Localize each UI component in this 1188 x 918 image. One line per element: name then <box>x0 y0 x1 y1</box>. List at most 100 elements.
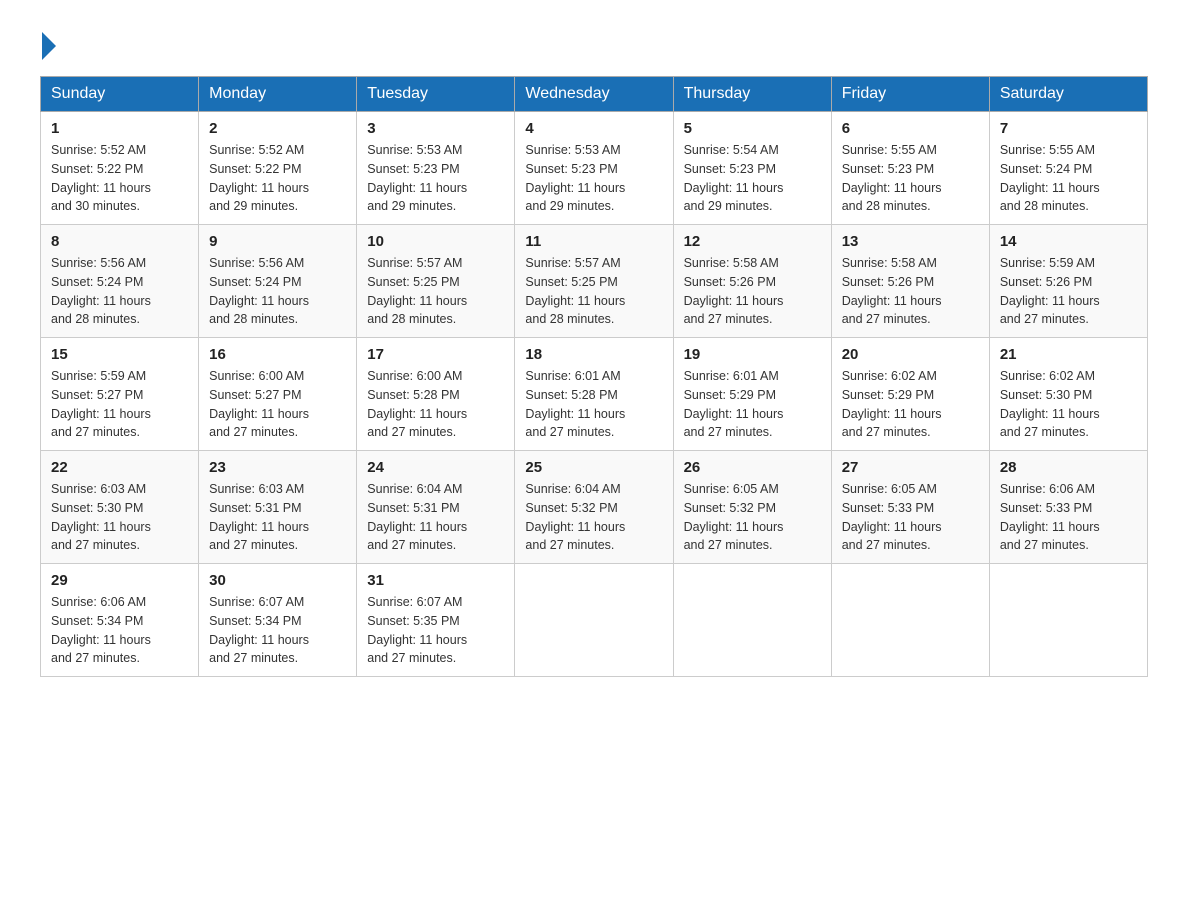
calendar-day-cell: 25Sunrise: 6:04 AMSunset: 5:32 PMDayligh… <box>515 451 673 564</box>
calendar-day-cell: 1 Sunrise: 5:52 AMSunset: 5:22 PMDaylight… <box>41 112 199 225</box>
day-info: Sunrise: 5:55 AMSunset: 5:23 PMDaylight:… <box>842 141 979 216</box>
calendar-week-row: 29Sunrise: 6:06 AMSunset: 5:34 PMDayligh… <box>41 564 1148 677</box>
calendar-day-cell: 14 Sunrise: 5:59 AMSunset: 5:26 PMDayligh… <box>989 225 1147 338</box>
calendar-day-cell: 17 Sunrise: 6:00 AMSunset: 5:28 PMDayligh… <box>357 338 515 451</box>
calendar-day-cell: 31Sunrise: 6:07 AMSunset: 5:35 PMDayligh… <box>357 564 515 677</box>
day-info: Sunrise: 6:05 AMSunset: 5:32 PMDaylight:… <box>684 480 821 555</box>
weekday-header-friday: Friday <box>831 77 989 112</box>
calendar-day-cell: 22 Sunrise: 6:03 AMSunset: 5:30 PMDayligh… <box>41 451 199 564</box>
logo-triangle-icon <box>42 32 56 60</box>
weekday-header-thursday: Thursday <box>673 77 831 112</box>
day-number: 18 <box>525 346 662 363</box>
calendar-header-row: SundayMondayTuesdayWednesdayThursdayFrid… <box>41 77 1148 112</box>
calendar-day-cell: 18 Sunrise: 6:01 AMSunset: 5:28 PMDayligh… <box>515 338 673 451</box>
page-header <box>40 30 1148 56</box>
day-info: Sunrise: 5:56 AMSunset: 5:24 PMDaylight:… <box>209 254 346 329</box>
calendar-day-cell: 2 Sunrise: 5:52 AMSunset: 5:22 PMDaylight… <box>199 112 357 225</box>
day-info: Sunrise: 6:05 AMSunset: 5:33 PMDaylight:… <box>842 480 979 555</box>
day-info: Sunrise: 6:06 AMSunset: 5:33 PMDaylight:… <box>1000 480 1137 555</box>
calendar-day-cell: 5Sunrise: 5:54 AMSunset: 5:23 PMDaylight… <box>673 112 831 225</box>
calendar-day-cell: 16 Sunrise: 6:00 AMSunset: 5:27 PMDayligh… <box>199 338 357 451</box>
calendar-week-row: 15 Sunrise: 5:59 AMSunset: 5:27 PMDayligh… <box>41 338 1148 451</box>
calendar-week-row: 22 Sunrise: 6:03 AMSunset: 5:30 PMDayligh… <box>41 451 1148 564</box>
day-number: 10 <box>367 233 504 250</box>
calendar-day-cell: 26 Sunrise: 6:05 AMSunset: 5:32 PMDayligh… <box>673 451 831 564</box>
day-number: 14 <box>1000 233 1137 250</box>
calendar-day-cell: 27 Sunrise: 6:05 AMSunset: 5:33 PMDayligh… <box>831 451 989 564</box>
day-number: 24 <box>367 459 504 476</box>
calendar-day-cell: 9Sunrise: 5:56 AMSunset: 5:24 PMDaylight… <box>199 225 357 338</box>
day-number: 19 <box>684 346 821 363</box>
calendar-day-cell <box>673 564 831 677</box>
day-number: 22 <box>51 459 188 476</box>
logo <box>40 30 56 56</box>
calendar-day-cell <box>831 564 989 677</box>
day-number: 8 <box>51 233 188 250</box>
day-info: Sunrise: 5:52 AMSunset: 5:22 PMDaylight:… <box>51 141 188 216</box>
day-number: 11 <box>525 233 662 250</box>
weekday-header-tuesday: Tuesday <box>357 77 515 112</box>
day-info: Sunrise: 5:52 AMSunset: 5:22 PMDaylight:… <box>209 141 346 216</box>
day-info: Sunrise: 6:03 AMSunset: 5:31 PMDaylight:… <box>209 480 346 555</box>
day-info: Sunrise: 6:02 AMSunset: 5:29 PMDaylight:… <box>842 367 979 442</box>
day-info: Sunrise: 5:54 AMSunset: 5:23 PMDaylight:… <box>684 141 821 216</box>
day-number: 4 <box>525 120 662 137</box>
day-info: Sunrise: 5:56 AMSunset: 5:24 PMDaylight:… <box>51 254 188 329</box>
weekday-header-monday: Monday <box>199 77 357 112</box>
day-number: 2 <box>209 120 346 137</box>
day-number: 30 <box>209 572 346 589</box>
day-info: Sunrise: 5:53 AMSunset: 5:23 PMDaylight:… <box>525 141 662 216</box>
day-number: 27 <box>842 459 979 476</box>
calendar-day-cell: 8 Sunrise: 5:56 AMSunset: 5:24 PMDaylight… <box>41 225 199 338</box>
calendar-week-row: 1 Sunrise: 5:52 AMSunset: 5:22 PMDaylight… <box>41 112 1148 225</box>
day-number: 26 <box>684 459 821 476</box>
day-number: 15 <box>51 346 188 363</box>
calendar-day-cell: 23 Sunrise: 6:03 AMSunset: 5:31 PMDayligh… <box>199 451 357 564</box>
day-number: 21 <box>1000 346 1137 363</box>
day-number: 17 <box>367 346 504 363</box>
day-number: 3 <box>367 120 504 137</box>
calendar-day-cell: 30 Sunrise: 6:07 AMSunset: 5:34 PMDayligh… <box>199 564 357 677</box>
calendar-day-cell: 12 Sunrise: 5:58 AMSunset: 5:26 PMDayligh… <box>673 225 831 338</box>
calendar-day-cell: 29Sunrise: 6:06 AMSunset: 5:34 PMDayligh… <box>41 564 199 677</box>
day-info: Sunrise: 5:57 AMSunset: 5:25 PMDaylight:… <box>525 254 662 329</box>
day-number: 6 <box>842 120 979 137</box>
calendar-table: SundayMondayTuesdayWednesdayThursdayFrid… <box>40 76 1148 677</box>
weekday-header-saturday: Saturday <box>989 77 1147 112</box>
calendar-day-cell: 13Sunrise: 5:58 AMSunset: 5:26 PMDayligh… <box>831 225 989 338</box>
calendar-day-cell: 28 Sunrise: 6:06 AMSunset: 5:33 PMDayligh… <box>989 451 1147 564</box>
day-number: 16 <box>209 346 346 363</box>
weekday-header-wednesday: Wednesday <box>515 77 673 112</box>
day-info: Sunrise: 6:06 AMSunset: 5:34 PMDaylight:… <box>51 593 188 668</box>
day-number: 7 <box>1000 120 1137 137</box>
day-info: Sunrise: 6:07 AMSunset: 5:34 PMDaylight:… <box>209 593 346 668</box>
calendar-day-cell <box>989 564 1147 677</box>
day-info: Sunrise: 6:00 AMSunset: 5:27 PMDaylight:… <box>209 367 346 442</box>
day-info: Sunrise: 6:02 AMSunset: 5:30 PMDaylight:… <box>1000 367 1137 442</box>
day-info: Sunrise: 5:58 AMSunset: 5:26 PMDaylight:… <box>684 254 821 329</box>
day-number: 20 <box>842 346 979 363</box>
calendar-day-cell: 21 Sunrise: 6:02 AMSunset: 5:30 PMDayligh… <box>989 338 1147 451</box>
calendar-day-cell: 3 Sunrise: 5:53 AMSunset: 5:23 PMDaylight… <box>357 112 515 225</box>
day-number: 12 <box>684 233 821 250</box>
calendar-day-cell: 24Sunrise: 6:04 AMSunset: 5:31 PMDayligh… <box>357 451 515 564</box>
day-number: 28 <box>1000 459 1137 476</box>
day-info: Sunrise: 6:01 AMSunset: 5:29 PMDaylight:… <box>684 367 821 442</box>
day-number: 31 <box>367 572 504 589</box>
day-info: Sunrise: 5:58 AMSunset: 5:26 PMDaylight:… <box>842 254 979 329</box>
calendar-day-cell: 15 Sunrise: 5:59 AMSunset: 5:27 PMDayligh… <box>41 338 199 451</box>
day-info: Sunrise: 6:00 AMSunset: 5:28 PMDaylight:… <box>367 367 504 442</box>
calendar-day-cell <box>515 564 673 677</box>
day-info: Sunrise: 5:59 AMSunset: 5:27 PMDaylight:… <box>51 367 188 442</box>
day-info: Sunrise: 6:01 AMSunset: 5:28 PMDaylight:… <box>525 367 662 442</box>
day-info: Sunrise: 5:59 AMSunset: 5:26 PMDaylight:… <box>1000 254 1137 329</box>
day-number: 23 <box>209 459 346 476</box>
weekday-header-sunday: Sunday <box>41 77 199 112</box>
day-number: 1 <box>51 120 188 137</box>
calendar-week-row: 8 Sunrise: 5:56 AMSunset: 5:24 PMDaylight… <box>41 225 1148 338</box>
day-info: Sunrise: 6:03 AMSunset: 5:30 PMDaylight:… <box>51 480 188 555</box>
calendar-day-cell: 10 Sunrise: 5:57 AMSunset: 5:25 PMDayligh… <box>357 225 515 338</box>
calendar-day-cell: 20 Sunrise: 6:02 AMSunset: 5:29 PMDayligh… <box>831 338 989 451</box>
day-info: Sunrise: 5:53 AMSunset: 5:23 PMDaylight:… <box>367 141 504 216</box>
day-info: Sunrise: 5:57 AMSunset: 5:25 PMDaylight:… <box>367 254 504 329</box>
